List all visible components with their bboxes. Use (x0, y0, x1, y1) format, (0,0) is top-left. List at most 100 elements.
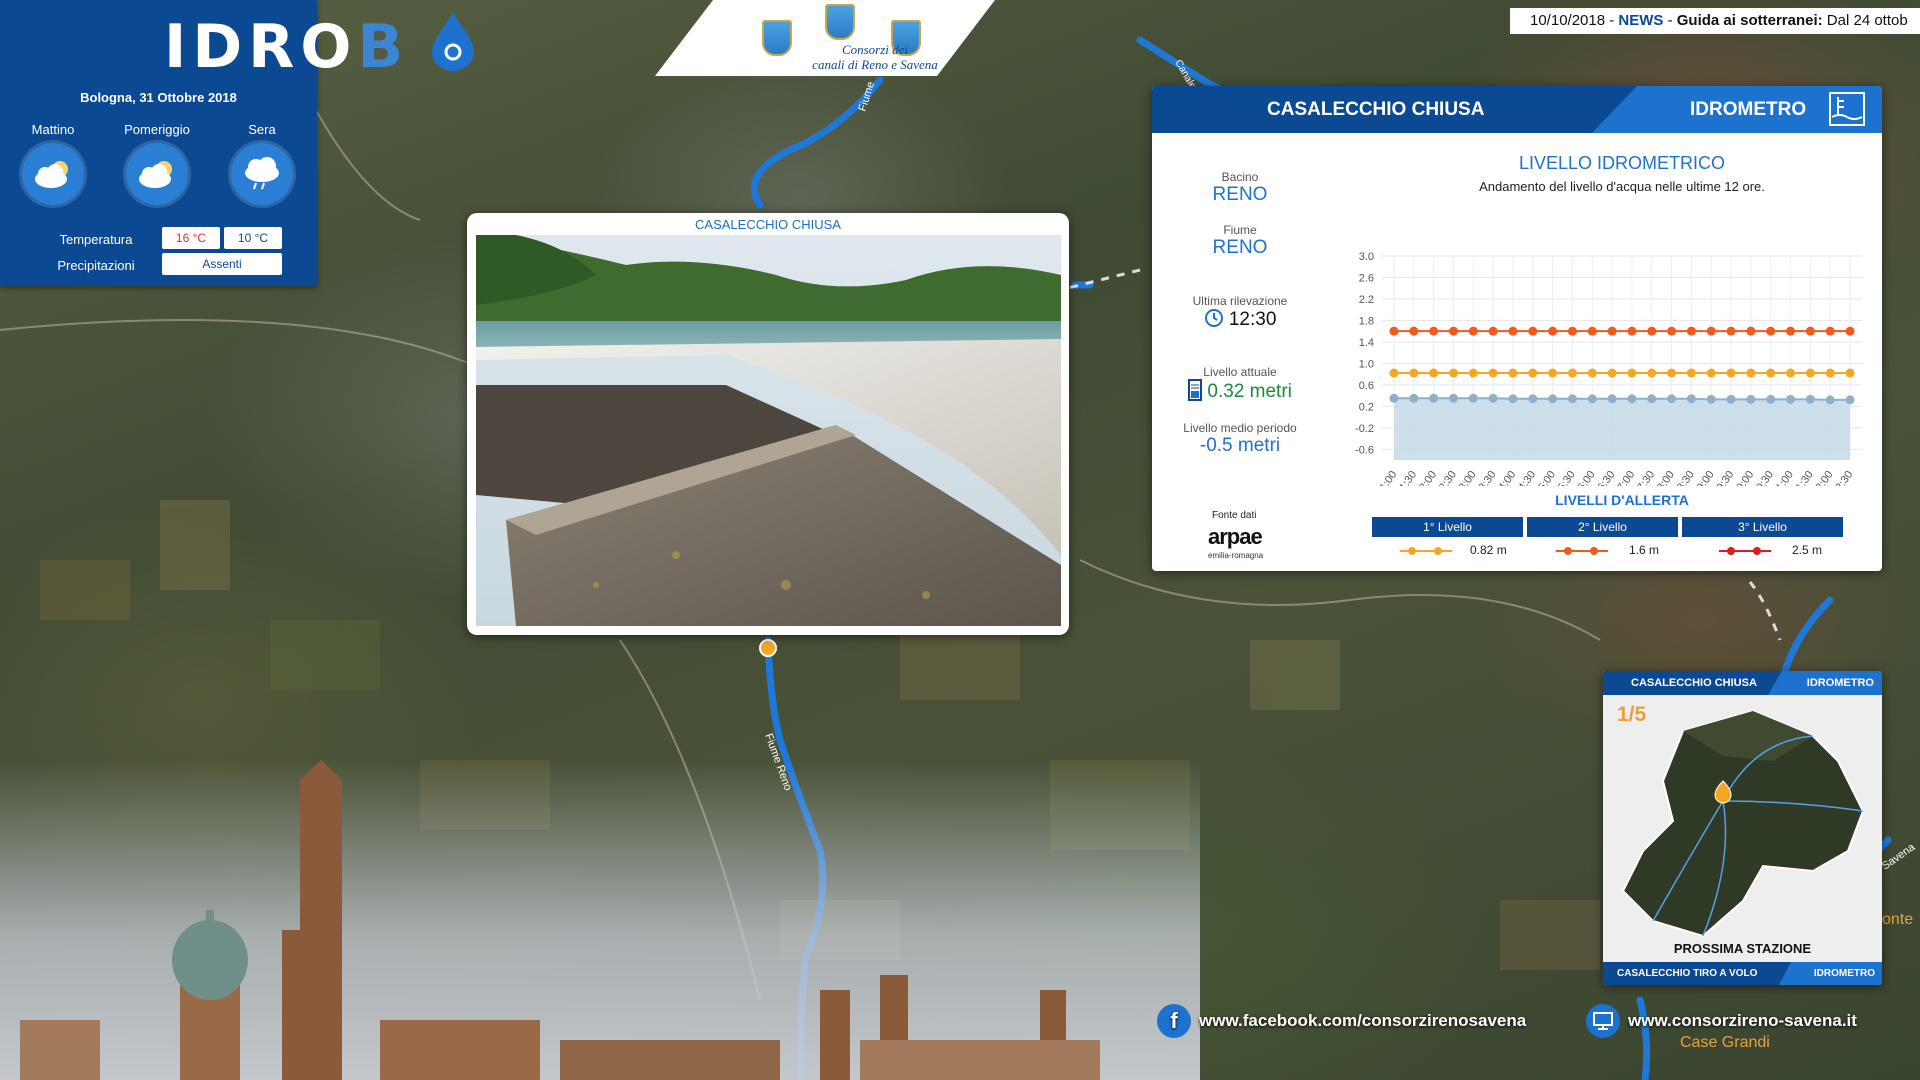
chart-point (1409, 368, 1419, 378)
chart-point (1746, 326, 1756, 336)
weather-period-evening: Sera (217, 122, 307, 205)
facebook-url: www.facebook.com/consorzirenosavena (1199, 1011, 1527, 1030)
station-photo-card: CASALECCHIO CHIUSA (467, 213, 1069, 635)
alert-level-1-value: 0.82 m (1470, 543, 1507, 557)
chart-series-area (1394, 398, 1850, 460)
chart-point (1845, 326, 1855, 336)
chart-point (1667, 394, 1677, 404)
news-ticker[interactable]: 10/10/2018 - NEWS - Guida ai sotterranei… (1510, 8, 1920, 34)
arpae-logo: arpae (1208, 524, 1263, 549)
alert-level-2-value: 1.6 m (1629, 543, 1660, 557)
chart-point (1786, 326, 1796, 336)
chart-point (1845, 368, 1855, 378)
chart-point (1548, 326, 1558, 336)
facebook-link[interactable]: f www.facebook.com/consorzirenosavena (1157, 1004, 1526, 1038)
gauge-icon (1188, 379, 1203, 401)
chart-point (1468, 393, 1478, 403)
ticker-sep: - (1605, 12, 1619, 29)
ticker-sep: - (1663, 12, 1677, 29)
chart-point (1627, 368, 1637, 378)
chart-point (1805, 326, 1815, 336)
chart-y-tick-label: 3.0 (1359, 251, 1374, 263)
medio-label: Livello medio periodo (1183, 421, 1297, 435)
chart-point (1667, 326, 1677, 336)
ticker-date: 10/10/2018 (1530, 12, 1606, 29)
chart-x-tick-label: 01:00 (1374, 469, 1400, 486)
chart-point (1627, 326, 1637, 336)
chart-point (1429, 393, 1439, 403)
chart-point (1607, 368, 1617, 378)
chart-point (1448, 393, 1458, 403)
next-station-name: CASALECCHIO TIRO A VOLO (1617, 968, 1758, 979)
station-name: CASALECCHIO CHIUSA (1267, 99, 1485, 120)
rain-cloud-icon (231, 143, 293, 205)
weather-date: Bologna, 31 Ottobre 2018 (80, 90, 237, 105)
ultima-label: Ultima rilevazione (1192, 294, 1288, 308)
chart-point (1528, 368, 1538, 378)
chart-title: LIVELLO IDROMETRICO (1518, 153, 1726, 173)
chart-point (1429, 326, 1439, 336)
chart-point (1746, 394, 1756, 404)
next-station-card[interactable]: CASALECCHIO CHIUSA IDROMETRO 1/5 PROSSIM… (1603, 671, 1882, 985)
medio-value: -0.5 metri (1199, 435, 1281, 456)
consorzi-banner: Consorzi dei canali di Reno e Savena (655, 0, 995, 76)
temp-min-value: 10 °C (224, 227, 282, 249)
chart-point (1786, 394, 1796, 404)
bacino-value: RENO (1212, 184, 1268, 205)
station-detail-panel: CASALECCHIO CHIUSA IDROMETRO Bacino RENO… (1152, 86, 1882, 571)
chart-point (1389, 326, 1399, 336)
chart-y-tick-label: 0.2 (1359, 401, 1374, 413)
chart-point (1825, 368, 1835, 378)
chart-y-tick-label: 0.6 (1359, 380, 1374, 392)
bologna-skyline-illustration (20, 760, 1100, 1080)
chart-point (1686, 326, 1696, 336)
chart-point (1567, 394, 1577, 404)
chart-point (1488, 393, 1498, 403)
chart-point (1448, 368, 1458, 378)
chart-point (1488, 326, 1498, 336)
mini-station-type: IDROMETRO (1806, 677, 1874, 689)
chart-point (1706, 326, 1716, 336)
cloud-sun-icon (22, 143, 84, 205)
fiume-value: RENO (1212, 237, 1268, 258)
chart-point (1429, 368, 1439, 378)
alert-level-1-header: 1° Livello (1372, 517, 1523, 537)
chart-point (1686, 368, 1696, 378)
website-url: www.consorzireno-savena.it (1628, 1011, 1857, 1030)
bacino-label: Bacino (1221, 170, 1259, 184)
chart-point (1389, 368, 1399, 378)
attuale-value: 0.32 metri (1207, 381, 1292, 402)
logo-text-b: B (357, 12, 410, 82)
chart-point (1508, 368, 1518, 378)
map-label-onte: onte (1882, 911, 1913, 928)
website-link[interactable]: www.consorzireno-savena.it (1586, 1004, 1920, 1038)
info-livello-medio: Livello medio periodo -0.5 metri (1152, 421, 1328, 457)
chart-point (1389, 393, 1399, 403)
chart-point (1548, 394, 1558, 404)
chart-y-tick-label: 2.2 (1359, 294, 1374, 306)
chart-point (1766, 394, 1776, 404)
chart-point (1587, 326, 1597, 336)
info-ultima-rilevazione: Ultima rilevazione 12:30 (1152, 294, 1328, 331)
water-level-chart: 3.02.62.21.81.41.00.60.2-0.2-0.601:0001:… (1355, 251, 1862, 486)
chart-point (1607, 326, 1617, 336)
chart-point (1468, 326, 1478, 336)
chart-point (1726, 368, 1736, 378)
chart-point (1726, 326, 1736, 336)
chart-point (1825, 395, 1835, 405)
chart-point (1746, 368, 1756, 378)
basin-map (1621, 709, 1865, 938)
next-station-label: PROSSIMA STAZIONE (1673, 941, 1812, 956)
info-livello-attuale: Livello attuale 0.32 metri (1152, 365, 1328, 403)
clock-icon (1204, 309, 1223, 327)
facebook-icon: f (1157, 1004, 1191, 1038)
chart-point (1647, 368, 1657, 378)
chart-point (1686, 394, 1696, 404)
chart-point (1706, 368, 1716, 378)
logo-text-a: IDRO (164, 12, 358, 82)
chart-point (1587, 368, 1597, 378)
water-drop-icon (432, 12, 474, 71)
chart-point (1805, 368, 1815, 378)
chart-y-tick-label: 1.0 (1359, 358, 1374, 370)
info-bacino: Bacino RENO (1152, 170, 1328, 206)
